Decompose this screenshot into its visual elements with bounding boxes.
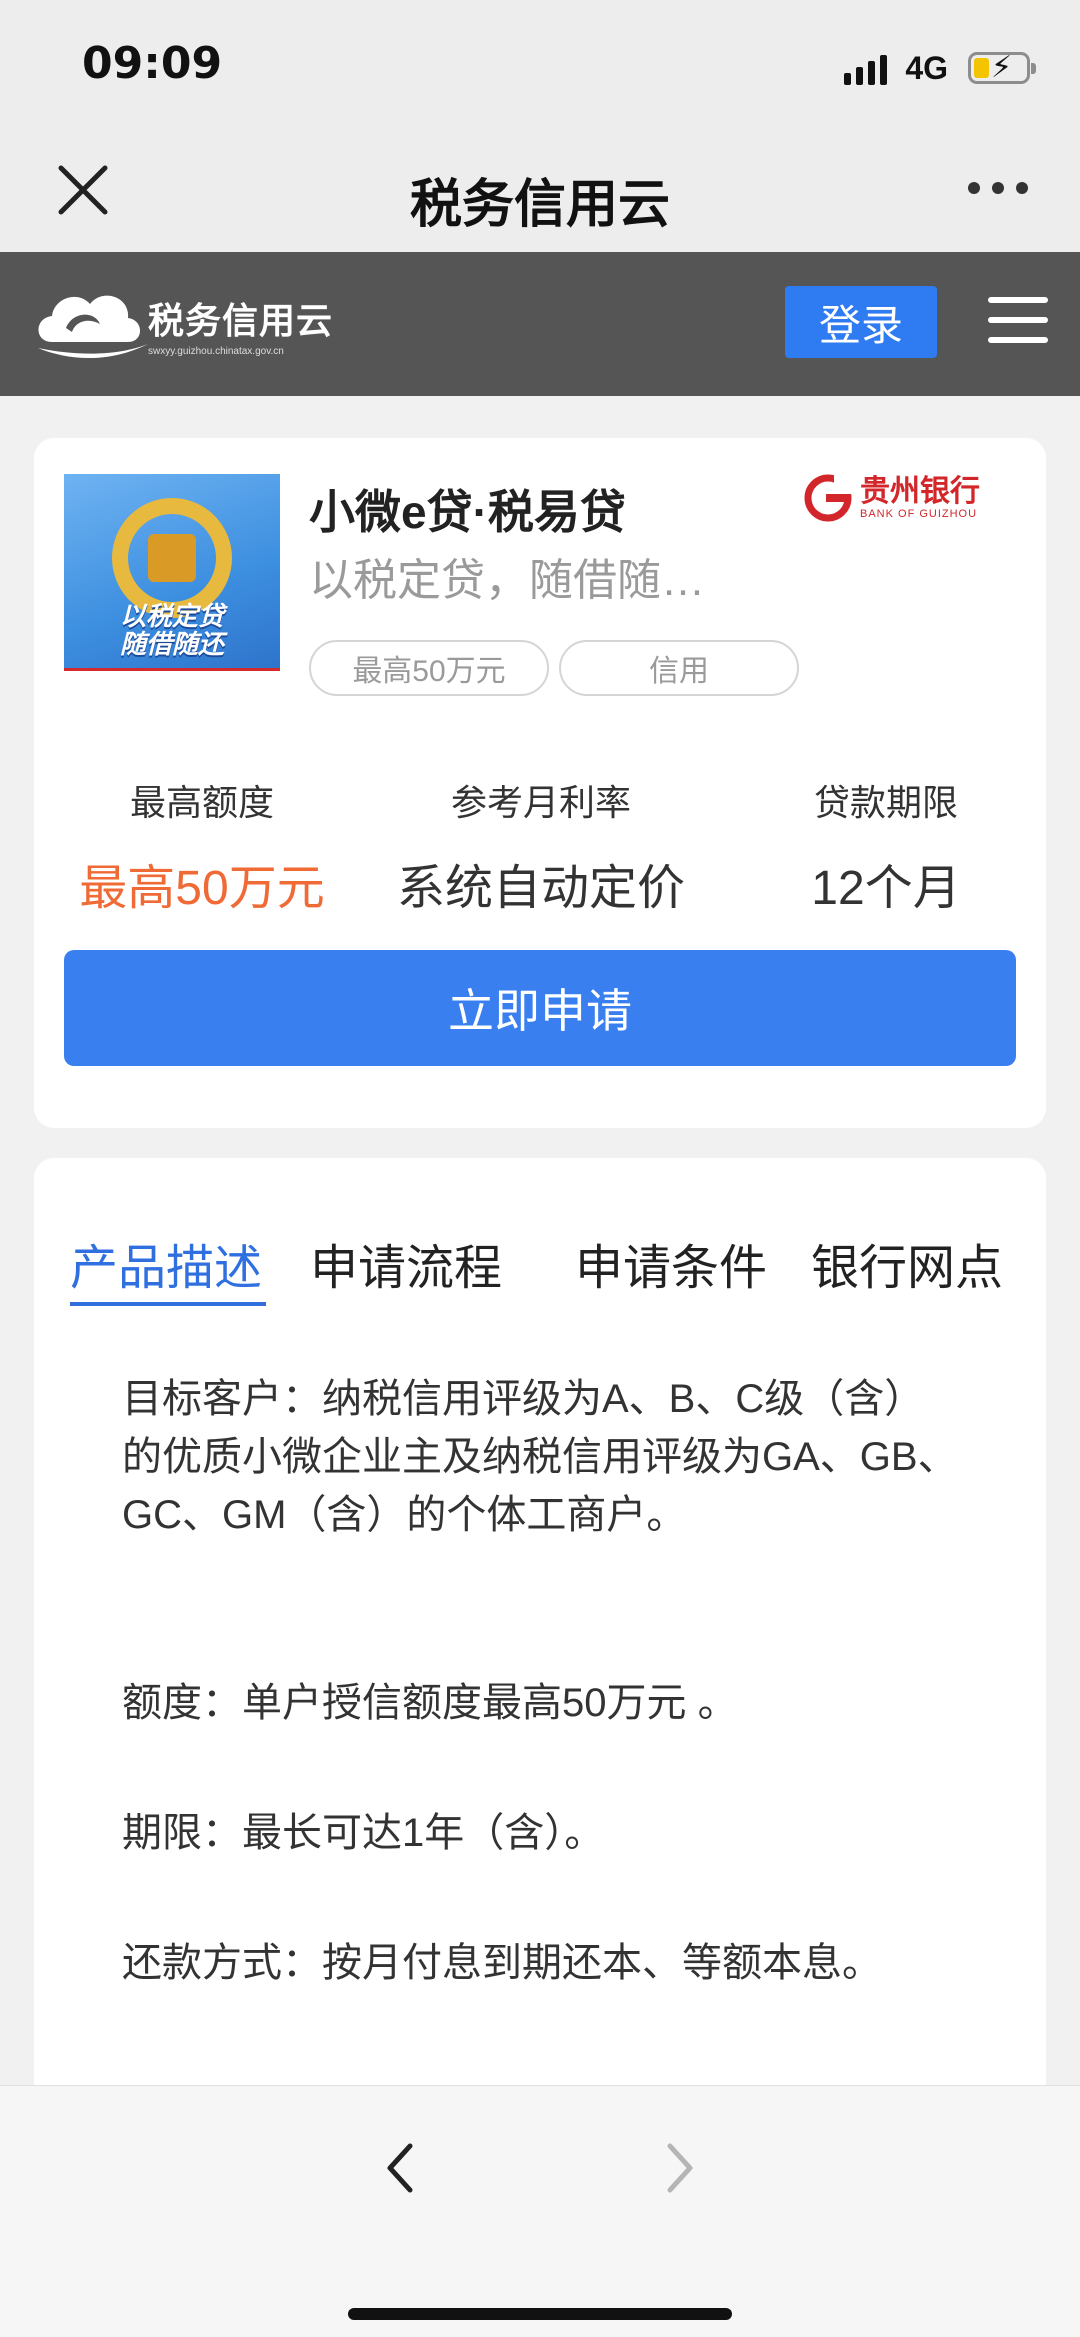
battery-icon: ⚡ xyxy=(968,52,1036,84)
poster-slogan-line2: 随借随还 xyxy=(119,629,224,659)
desc-target-customers: 目标客户：纳税信用评级为A、B、C级（含）的优质小微企业主及纳税信用评级为GA、… xyxy=(122,1377,958,1537)
menu-icon[interactable] xyxy=(988,297,1048,347)
product-poster-image: 以税定贷 随借随还 xyxy=(64,474,280,690)
tag-max-amount: 最高50万元 xyxy=(309,640,549,696)
network-label: 4G xyxy=(905,49,948,86)
stat-value: 系统自动定价 xyxy=(396,862,685,915)
tab-application-conditions[interactable]: 申请条件 xyxy=(575,1228,767,1298)
bank-emblem-icon xyxy=(804,474,852,522)
bank-name: 贵州银行 xyxy=(860,475,980,508)
desc-term: 期限：最长可达1年（含）。 xyxy=(122,1811,605,1855)
title-bar: 税务信用云 xyxy=(0,130,1080,252)
forward-icon[interactable] xyxy=(660,2138,700,2198)
more-icon[interactable] xyxy=(968,182,1028,194)
tag-credit: 信用 xyxy=(559,640,799,696)
tab-application-process[interactable]: 申请流程 xyxy=(310,1228,502,1298)
logo-name: 税务信用云 xyxy=(148,299,334,341)
stat-label: 最高额度 xyxy=(129,782,274,823)
home-indicator[interactable] xyxy=(348,2308,732,2320)
status-indicators: 4G ⚡ xyxy=(844,48,1036,88)
product-card: 以税定贷 随借随还 小微e贷·税易贷 贵州银行 BANK OF GUIZHOU … xyxy=(34,438,1046,1128)
site-header: 税务信用云 swxyy.guizhou.chinatax.gov.cn 登录 xyxy=(0,252,1080,396)
page-title: 税务信用云 xyxy=(409,176,670,234)
stat-label: 贷款期限 xyxy=(813,782,958,823)
status-bar: 09:09 4G ⚡ xyxy=(0,0,1080,130)
apply-now-button[interactable]: 立即申请 xyxy=(64,950,1016,1066)
status-time: 09:09 xyxy=(82,38,223,89)
bank-name-en: BANK OF GUIZHOU xyxy=(860,508,978,520)
stat-loan-term: 贷款期限 12个月 xyxy=(726,774,1046,918)
stat-value: 最高50万元 xyxy=(79,862,325,915)
site-logo[interactable]: 税务信用云 swxyy.guizhou.chinatax.gov.cn xyxy=(32,282,333,366)
signal-icon xyxy=(844,51,888,85)
stat-label: 参考月利率 xyxy=(450,782,631,823)
back-icon[interactable] xyxy=(380,2138,420,2198)
product-subtitle: 以税定贷，随借随… xyxy=(309,556,705,605)
poster-slogan-line1: 以税定贷 xyxy=(119,601,224,631)
desc-repayment: 还款方式：按月付息到期还本、等额本息。 xyxy=(122,1941,882,1985)
desc-amount: 额度：单户授信额度最高50万元 。 xyxy=(122,1681,738,1725)
logo-url: swxyy.guizhou.chinatax.gov.cn xyxy=(148,345,284,357)
login-button[interactable]: 登录 xyxy=(785,286,937,358)
stat-monthly-rate: 参考月利率 系统自动定价 xyxy=(381,774,701,918)
stat-value: 12个月 xyxy=(811,862,961,915)
stat-max-amount: 最高额度 最高50万元 xyxy=(42,774,362,918)
browser-bottom-bar xyxy=(0,2085,1080,2337)
tab-bank-branches[interactable]: 银行网点 xyxy=(811,1228,1003,1298)
cloud-logo-icon xyxy=(38,295,148,359)
active-tab-indicator xyxy=(70,1302,266,1306)
bank-logo: 贵州银行 BANK OF GUIZHOU xyxy=(804,474,980,522)
product-title: 小微e贷·税易贷 xyxy=(309,486,626,538)
tab-product-description[interactable]: 产品描述 xyxy=(70,1228,262,1298)
